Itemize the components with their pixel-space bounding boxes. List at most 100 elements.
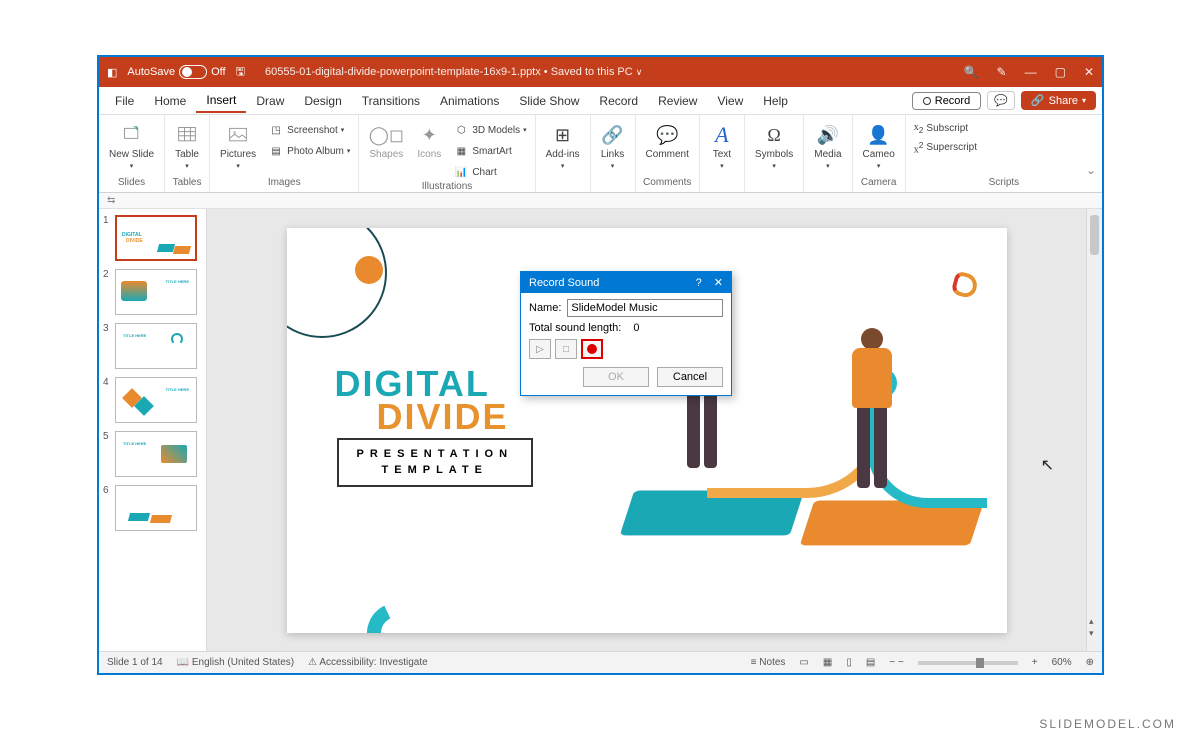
- zoom-level[interactable]: 60%: [1052, 657, 1072, 668]
- cancel-button[interactable]: Cancel: [657, 367, 723, 387]
- menu-help[interactable]: Help: [753, 90, 798, 112]
- view-sorter-button[interactable]: ▦: [823, 657, 832, 668]
- vertical-scrollbar[interactable]: ▴ ▾: [1086, 209, 1102, 651]
- menu-record[interactable]: Record: [589, 90, 648, 112]
- media-button[interactable]: 🔊 Media ▾: [810, 121, 845, 172]
- screenshot-button[interactable]: ◳Screenshot ▾: [266, 121, 352, 139]
- app-icon: ◧: [107, 66, 117, 79]
- autosave-state: Off: [211, 66, 225, 78]
- thumbnail-panel[interactable]: 1 DIGITALDIVIDE 2 TITLE HERE 3 TITLE HER…: [99, 209, 207, 651]
- slide-title-2[interactable]: DIVIDE: [377, 396, 509, 438]
- dialog-title-bar[interactable]: Record Sound ? ✕: [521, 272, 731, 293]
- photo-album-button[interactable]: ▤Photo Album ▾: [266, 142, 352, 160]
- comment-button[interactable]: 💬 Comment: [642, 121, 693, 162]
- stop-button[interactable]: □: [555, 339, 577, 359]
- photo-album-icon: ▤: [268, 143, 284, 159]
- record-sound-dialog: Record Sound ? ✕ Name: Total sound lengt…: [520, 271, 732, 396]
- view-reading-button[interactable]: ▯: [846, 657, 852, 668]
- sound-name-input[interactable]: [567, 299, 723, 317]
- menu-view[interactable]: View: [707, 90, 753, 112]
- dialog-help-button[interactable]: ?: [696, 277, 702, 289]
- record-icon: [587, 344, 597, 354]
- zoom-slider[interactable]: [918, 661, 1018, 665]
- autosave-toggle[interactable]: AutoSave Off: [127, 65, 225, 79]
- play-button[interactable]: ▷: [529, 339, 551, 359]
- table-button[interactable]: Table ▾: [171, 121, 203, 172]
- thumbnail-5[interactable]: TITLE HERE: [115, 431, 197, 477]
- thumbnail-1[interactable]: DIGITALDIVIDE: [115, 215, 197, 261]
- 3d-models-button[interactable]: ⬡3D Models ▾: [451, 121, 528, 139]
- smartart-icon: ▦: [453, 143, 469, 159]
- quick-access-row: ⇆: [99, 193, 1102, 209]
- dialog-title: Record Sound: [529, 277, 696, 289]
- smartart-button[interactable]: ▦SmartArt: [451, 142, 528, 160]
- menu-animations[interactable]: Animations: [430, 90, 509, 112]
- ribbon-collapse-button[interactable]: ⌄: [1086, 163, 1096, 177]
- menu-insert[interactable]: Insert: [196, 89, 246, 113]
- menu-bar: File Home Insert Draw Design Transitions…: [99, 87, 1102, 115]
- pictures-button[interactable]: Pictures ▾: [216, 121, 260, 172]
- chart-button[interactable]: 📊Chart: [451, 163, 528, 181]
- account-icon[interactable]: ✎: [997, 65, 1007, 79]
- menu-transitions[interactable]: Transitions: [352, 90, 430, 112]
- minimize-button[interactable]: ―: [1025, 65, 1037, 79]
- close-button[interactable]: ✕: [1084, 65, 1094, 79]
- menu-file[interactable]: File: [105, 90, 144, 112]
- document-title[interactable]: 60555-01-digital-divide-powerpoint-templ…: [245, 66, 964, 78]
- share-button[interactable]: 🔗 Share ▾: [1021, 91, 1096, 110]
- mouse-cursor-icon: ↖: [1041, 455, 1054, 475]
- icons-icon: ✦: [417, 123, 441, 147]
- ok-button[interactable]: OK: [583, 367, 649, 387]
- text-button[interactable]: A Text ▾: [706, 121, 738, 172]
- fit-to-window-button[interactable]: ⊕: [1086, 657, 1094, 668]
- menu-draw[interactable]: Draw: [246, 90, 294, 112]
- links-button[interactable]: 🔗 Links ▾: [597, 121, 629, 172]
- icons-button[interactable]: ✦ Icons: [413, 121, 445, 162]
- comment-icon: 💬: [655, 123, 679, 147]
- thumbnail-2[interactable]: TITLE HERE: [115, 269, 197, 315]
- customize-qat-button[interactable]: ⇆: [107, 195, 115, 206]
- record-button[interactable]: Record: [912, 92, 981, 110]
- accessibility-status[interactable]: ⚠ Accessibility: Investigate: [308, 657, 428, 668]
- shapes-button[interactable]: ◯◻ Shapes: [365, 121, 407, 162]
- view-slideshow-button[interactable]: ▤: [866, 657, 875, 668]
- zoom-in-button[interactable]: +: [1032, 657, 1038, 668]
- new-slide-icon: +: [120, 123, 144, 147]
- slide-subtitle[interactable]: PRESENTATION TEMPLATE: [337, 438, 534, 487]
- group-camera-label: Camera: [859, 177, 899, 190]
- prev-slide-button[interactable]: ▴: [1089, 616, 1094, 627]
- record-sound-button[interactable]: [581, 339, 603, 359]
- length-label: Total sound length:: [529, 322, 621, 334]
- maximize-button[interactable]: ▢: [1055, 65, 1066, 79]
- view-normal-button[interactable]: ▭: [799, 657, 808, 668]
- addins-button[interactable]: ⊞ Add-ins ▾: [542, 121, 584, 172]
- cameo-button[interactable]: 👤 Cameo ▾: [859, 121, 899, 172]
- new-slide-button[interactable]: + New Slide ▾: [105, 121, 158, 172]
- group-scripts-label: Scripts: [912, 177, 1096, 190]
- watermark: SLIDEMODEL.COM: [1039, 717, 1176, 731]
- next-slide-button[interactable]: ▾: [1089, 628, 1094, 639]
- save-icon[interactable]: 🖫: [236, 63, 245, 82]
- group-slides-label: Slides: [105, 177, 158, 190]
- subscript-button[interactable]: x2 Subscript: [912, 121, 979, 136]
- zoom-out-button[interactable]: − −: [889, 657, 903, 668]
- comments-pane-button[interactable]: 💬: [987, 91, 1015, 110]
- thumbnail-4[interactable]: TITLE HERE: [115, 377, 197, 423]
- ribbon: + New Slide ▾ Slides Table ▾ Tables Pict…: [99, 115, 1102, 193]
- shapes-icon: ◯◻: [374, 123, 398, 147]
- menu-slideshow[interactable]: Slide Show: [509, 90, 589, 112]
- symbols-button[interactable]: Ω Symbols ▾: [751, 121, 797, 172]
- decoration-arc: [358, 594, 435, 632]
- language-status[interactable]: 📖 English (United States): [177, 657, 295, 668]
- menu-review[interactable]: Review: [648, 90, 707, 112]
- thumbnail-6[interactable]: [115, 485, 197, 531]
- menu-home[interactable]: Home: [144, 90, 196, 112]
- superscript-button[interactable]: x2 Superscript: [912, 139, 979, 156]
- thumbnail-3[interactable]: TITLE HERE: [115, 323, 197, 369]
- slide-counter[interactable]: Slide 1 of 14: [107, 657, 163, 668]
- dialog-close-button[interactable]: ✕: [714, 276, 723, 289]
- menu-design[interactable]: Design: [294, 90, 351, 112]
- search-icon[interactable]: 🔍: [964, 65, 979, 79]
- group-tables-label: Tables: [171, 177, 203, 190]
- notes-button[interactable]: ≡ Notes: [751, 657, 786, 668]
